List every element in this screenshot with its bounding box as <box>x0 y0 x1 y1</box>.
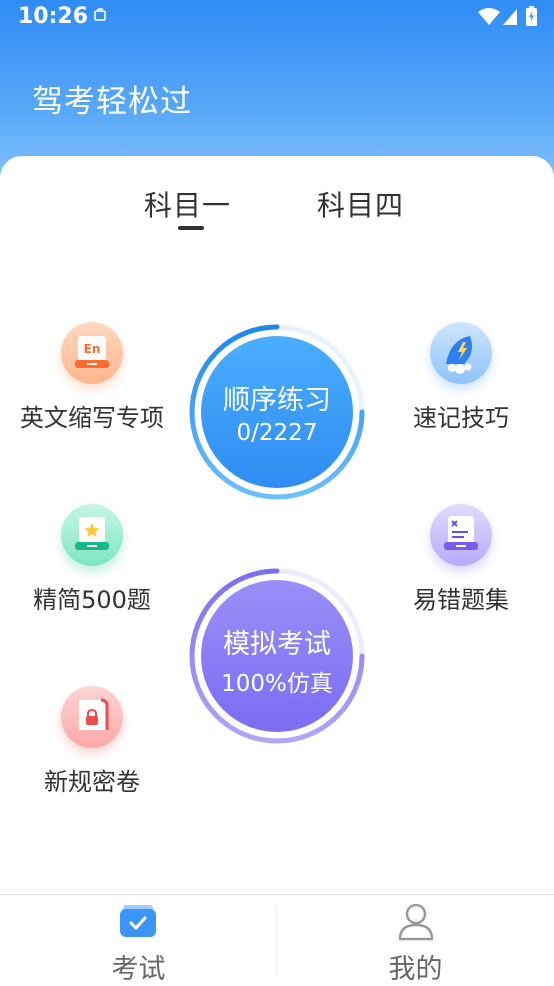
mock-exam-button[interactable]: 模拟考试 100%仿真 <box>187 566 367 746</box>
feature-label: 精简500题 <box>33 586 151 614</box>
nav-label: 我的 <box>388 954 443 985</box>
nav-mine[interactable]: 我的 <box>277 895 554 985</box>
feature-label: 速记技巧 <box>413 404 509 432</box>
exam-title: 模拟考试 <box>223 629 331 660</box>
signal-icon <box>502 8 518 30</box>
practice-title: 顺序练习 <box>223 385 331 416</box>
feature-label: 易错题集 <box>413 586 509 614</box>
nav-exam[interactable]: 考试 <box>0 895 277 985</box>
en-icon: En <box>61 322 123 384</box>
feature-new-rules-paper[interactable]: 新规密卷 <box>7 686 177 797</box>
user-icon <box>397 901 435 945</box>
tab-subject-four[interactable]: 科目四 <box>317 184 404 224</box>
error-doc-icon <box>430 504 492 566</box>
feature-streamlined-500[interactable]: 精简500题 <box>7 504 177 615</box>
battery-icon <box>526 6 537 30</box>
notification-icon <box>92 7 108 27</box>
sequential-practice-button[interactable]: 顺序练习 0/2227 <box>187 322 367 502</box>
feature-english-abbreviation[interactable]: En 英文缩写专项 <box>7 322 177 433</box>
exam-icon <box>119 903 157 943</box>
tab-active-indicator <box>178 226 204 230</box>
svg-text:En: En <box>84 342 101 356</box>
rocket-icon <box>430 322 492 384</box>
star-book-icon <box>61 504 123 566</box>
exam-subtitle: 100%仿真 <box>221 671 333 697</box>
feature-label: 新规密卷 <box>44 768 140 796</box>
bottom-navigation: 考试 我的 <box>0 894 554 985</box>
feature-error-prone-set[interactable]: 易错题集 <box>376 504 546 615</box>
practice-progress: 0/2227 <box>236 420 318 446</box>
tab-subject-one[interactable]: 科目一 <box>144 184 231 224</box>
nav-label: 考试 <box>111 954 166 985</box>
app-title: 驾考轻松过 <box>32 84 192 120</box>
status-time: 10:26 <box>18 4 89 29</box>
feature-label: 英文缩写专项 <box>20 404 164 432</box>
feature-memory-tips[interactable]: 速记技巧 <box>376 322 546 433</box>
status-bar: 10:26 <box>0 0 554 36</box>
lock-book-icon <box>61 686 123 748</box>
wifi-icon <box>478 8 500 30</box>
